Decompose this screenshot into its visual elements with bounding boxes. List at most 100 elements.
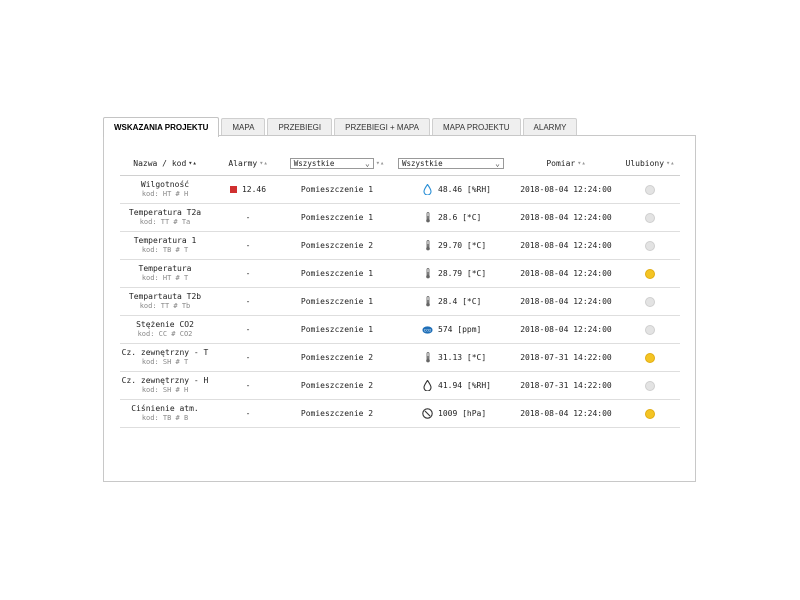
sensor-name-cell: Cz. zewnętrzny - Tkod: SH # T: [120, 344, 210, 371]
favorite-toggle-icon[interactable]: [645, 184, 655, 195]
alarm-cell: -: [218, 260, 278, 287]
favorite-toggle-icon[interactable]: [645, 380, 655, 391]
sensor-name: Temperatura 1: [133, 236, 197, 245]
co2-icon: CO2: [422, 324, 433, 335]
room-name: Pomieszczenie 1: [300, 269, 374, 278]
alarm-cell: -: [218, 232, 278, 259]
measurement-time: 2018-08-04 12:24:00: [520, 325, 612, 334]
tab-mapa[interactable]: MAPA: [221, 118, 266, 136]
room-name: Pomieszczenie 1: [300, 325, 374, 334]
measurement-time: 2018-07-31 14:22:00: [520, 353, 612, 362]
sort-name-icon[interactable]: ▾▴: [188, 159, 196, 167]
favorite-toggle-icon[interactable]: [645, 324, 655, 335]
room-name: Pomieszczenie 1: [300, 297, 374, 306]
favorite-cell: [620, 232, 680, 259]
room-filter-value: Wszystkie: [293, 158, 335, 168]
reading-value: 41.94 [%RH]: [438, 381, 491, 390]
favorite-cell: [620, 288, 680, 315]
header-alarms[interactable]: Alarmy ▾▴: [218, 151, 278, 175]
header-type: Wszystkie ⌄: [398, 151, 508, 175]
sensor-name-cell: Temperatura T2a kod: TT # Ta: [120, 204, 210, 231]
favorite-toggle-icon[interactable]: [645, 352, 655, 363]
type-filter-select[interactable]: Wszystkie ⌄: [398, 157, 504, 169]
thermometer-icon: [422, 212, 433, 223]
tab-przebiegi-mapa[interactable]: PRZEBIEGI + MAPA: [334, 118, 431, 136]
alarm-cell: -: [218, 372, 278, 399]
alarm-cell: -: [218, 344, 278, 371]
svg-text:CO2: CO2: [424, 328, 432, 332]
reading-value: 31.13 [*C]: [438, 353, 487, 362]
tab-przebiegi[interactable]: PRZEBIEGI: [267, 118, 333, 136]
reading-value: 28.79 [*C]: [438, 269, 487, 278]
sensor-name-cell: Temperatura 1 kod: TB # T: [120, 232, 210, 259]
tab-mapa-projektu[interactable]: MAPA PROJEKTU: [432, 118, 521, 136]
reading-value: 48.46 [%RH]: [438, 185, 491, 194]
sensor-name: Temperatura: [138, 264, 192, 273]
chevron-down-icon: ⌄: [364, 158, 370, 168]
table-row[interactable]: Cz. zewnętrzny - Tkod: SH # T - Pomieszcze…: [120, 344, 680, 372]
sensor-code: kod: TT # Tb: [139, 302, 191, 310]
reading-cell: 28.4 [*C]: [398, 288, 508, 315]
room-cell: Pomieszczenie 2: [282, 400, 392, 427]
table-row[interactable]: Stężenie CO2 kod: CC # CO2 - Pomieszczenie …: [120, 316, 680, 344]
room-name: Pomieszczenie 1: [300, 185, 374, 194]
sensor-name-cell: Temperatura kod: HT # T: [120, 260, 210, 287]
sensor-code: kod: SH # H: [141, 386, 189, 394]
alarm-indicator-icon: [229, 186, 237, 193]
timestamp-cell: 2018-08-04 12:24:00: [506, 260, 626, 287]
pressure-gauge-icon: [422, 408, 433, 419]
chevron-down-icon: ⌄: [495, 158, 500, 168]
table-row[interactable]: Temperatura 1 kod: TB # T - Pomieszczenie 2…: [120, 232, 680, 260]
measurement-time: 2018-08-04 12:24:00: [520, 297, 612, 306]
sensor-code: kod: TB # B: [141, 414, 189, 422]
humidity-icon: [422, 184, 433, 195]
favorite-toggle-icon[interactable]: [645, 296, 655, 307]
sensor-name-cell: Stężenie CO2 kod: CC # CO2: [120, 316, 210, 343]
table-row[interactable]: Cz. zewnętrzny - Hkod: SH # H - Pomieszcze…: [120, 372, 680, 400]
reading-value: 28.6 [*C]: [438, 213, 482, 222]
table-row[interactable]: Temperatura T2a kod: TT # Ta - Pomieszczeni…: [120, 204, 680, 232]
favorite-toggle-icon[interactable]: [645, 408, 655, 419]
favorite-cell: [620, 260, 680, 287]
favorite-cell: [620, 204, 680, 231]
reading-cell: CO2 574 [ppm]: [398, 316, 508, 343]
thermometer-icon: [422, 352, 433, 363]
timestamp-cell: 2018-08-04 12:24:00: [506, 204, 626, 231]
sensor-name: Ciśnienie atm.: [131, 404, 199, 413]
room-cell: Pomieszczenie 1: [282, 176, 392, 203]
tab-alarmy[interactable]: ALARMY: [522, 118, 578, 136]
room-filter-select[interactable]: Wszystkie ⌄: [289, 157, 374, 169]
tab-wskazania-projektu[interactable]: WSKAZANIA PROJEKTU: [103, 117, 220, 137]
alarm-value: -: [245, 213, 251, 222]
table-row[interactable]: Temperatura kod: HT # T - Pomieszczenie 1 28…: [120, 260, 680, 288]
sort-measurement-icon[interactable]: ▾▴: [577, 159, 585, 167]
alarm-cell: -: [218, 204, 278, 231]
sensor-name-cell: Cz. zewnętrzny - Hkod: SH # H: [120, 372, 210, 399]
alarm-value: -: [245, 269, 251, 278]
favorite-toggle-icon[interactable]: [645, 240, 655, 251]
favorite-cell: [620, 400, 680, 427]
alarm-cell: 12.46: [218, 176, 278, 203]
sort-favorite-icon[interactable]: ▾▴: [666, 159, 674, 167]
table-row[interactable]: Ciśnienie atm. kod: TB # B - Pomieszczenie …: [120, 400, 680, 428]
header-measurement[interactable]: Pomiar ▾▴: [506, 151, 626, 175]
header-favorite[interactable]: Ulubiony ▾▴: [620, 151, 680, 175]
sort-room-icon[interactable]: ▾▴: [376, 159, 384, 167]
favorite-cell: [620, 316, 680, 343]
table-row[interactable]: Wilgotność kod: HT # H 12.46 Pomieszczenie …: [120, 176, 680, 204]
favorite-toggle-icon[interactable]: [645, 268, 655, 279]
favorite-toggle-icon[interactable]: [645, 212, 655, 223]
header-name[interactable]: Nazwa / kod ▾▴: [120, 151, 210, 175]
table-row[interactable]: Tempartauta T2b kod: TT # Tb - Pomieszczeni…: [120, 288, 680, 316]
favorite-cell: [620, 176, 680, 203]
measurement-time: 2018-08-04 12:24:00: [520, 213, 612, 222]
sort-alarms-icon[interactable]: ▾▴: [259, 159, 267, 167]
alarm-value: -: [245, 381, 251, 390]
sensor-code: kod: HT # H: [141, 190, 189, 198]
header-alarms-label: Alarmy: [228, 158, 258, 168]
sensor-code: kod: CC # CO2: [137, 330, 193, 338]
room-name: Pomieszczenie 1: [300, 213, 374, 222]
alarm-cell: -: [218, 288, 278, 315]
table-header: Nazwa / kod ▾▴ Alarmy ▾▴ Wszystkie ⌄ ▾▴ …: [120, 151, 680, 176]
alarm-value: -: [245, 241, 251, 250]
